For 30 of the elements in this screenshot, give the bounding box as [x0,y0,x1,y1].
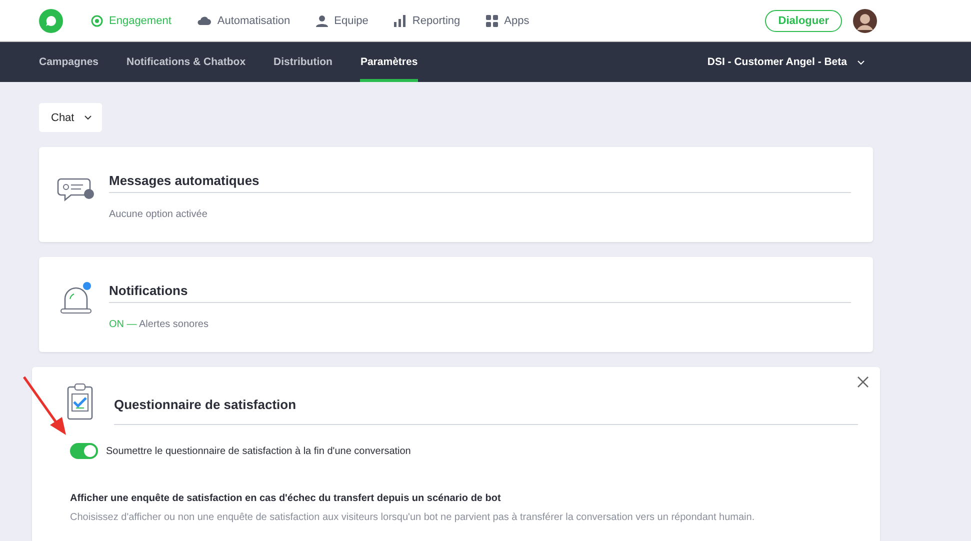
option-title: Afficher une enquête de satisfaction en cas d'échec du transfert depuis un scénario de bot [70,493,502,504]
bar-chart-icon [394,14,406,26]
nav-link[interactable]: Apps [486,14,530,26]
chevron-down-icon [857,60,865,64]
cloud-icon [197,16,212,26]
toggle-label: Soumettre le questionnaire de satisfaction à la fin d'une conversation [106,446,411,456]
nav-link[interactable]: Reporting [394,14,460,26]
nav-tab[interactable]: Notifications & Chatbox [126,42,246,82]
nav-tab[interactable]: Distribution [274,42,332,82]
chevron-down-icon [84,115,92,120]
nav-tab[interactable]: Paramètres [360,42,418,82]
person-icon [316,14,328,26]
arrow-annotation [22,375,68,437]
nav-link[interactable]: Equipe [316,14,368,26]
grid-icon [486,14,498,26]
status-on: ON — [109,319,137,330]
close-icon[interactable] [856,375,870,389]
channel-dropdown[interactable]: Chat [39,103,102,132]
target-icon [91,14,103,26]
nav-tab[interactable]: Campagnes [39,42,99,82]
account-dropdown[interactable]: DSI - Customer Angel - Beta [701,42,871,82]
section-title: Messages automatiques [109,169,851,193]
section-summary: Alertes sonores [139,319,208,330]
avatar[interactable] [853,8,877,32]
option-description: Choisissez d'afficher ou non une enquête de satisfaction aux visiteurs lorsqu'un bot ne parvient pas à transférer la conversation vers un répondant humain. [70,512,756,523]
section-summary: Aucune option activée [109,209,208,220]
toggle-switch[interactable] [70,443,98,459]
section-title: Notifications [109,279,851,303]
section-title: Questionnaire de satisfaction [114,383,858,425]
nav-link[interactable]: Automatisation [197,14,290,26]
